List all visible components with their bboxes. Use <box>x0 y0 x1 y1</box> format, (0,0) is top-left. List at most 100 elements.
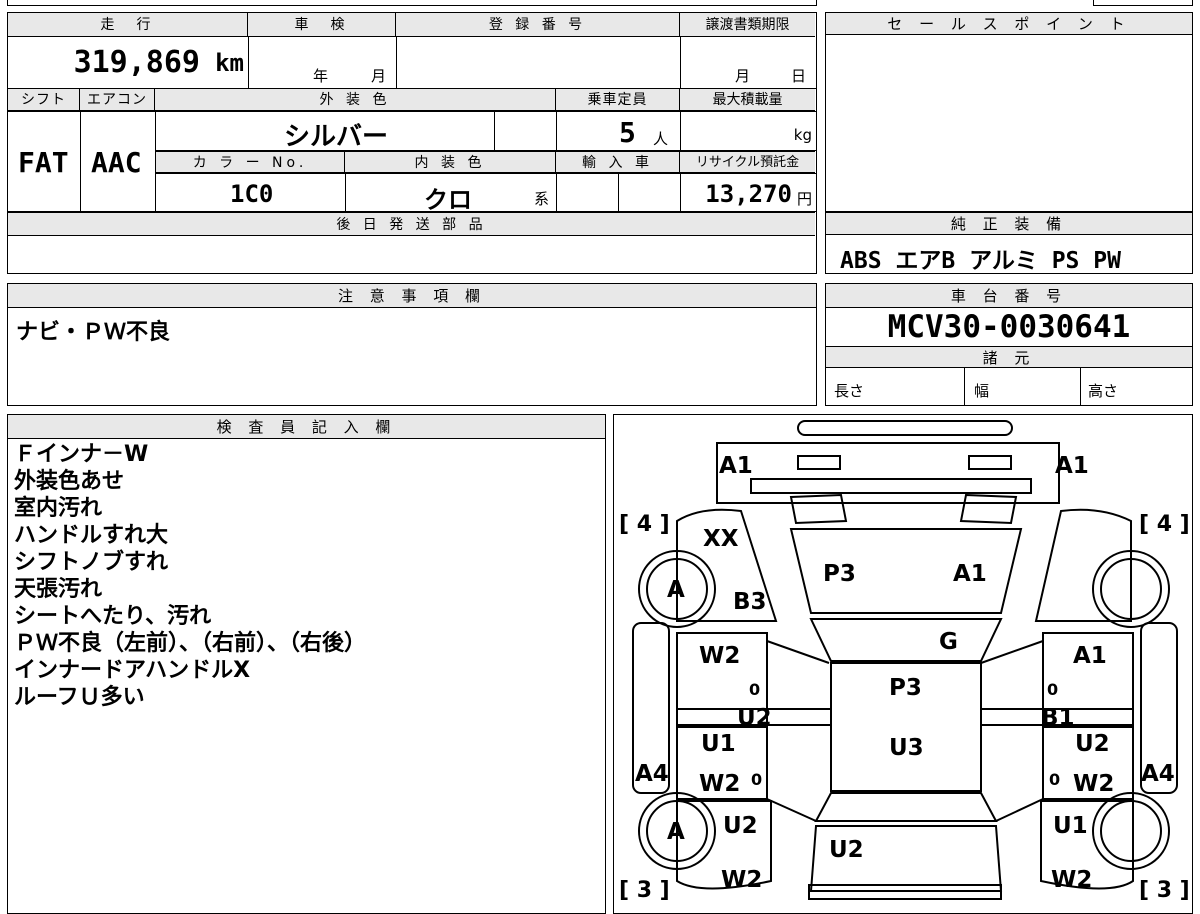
spec-length: 長さ <box>834 382 865 400</box>
shaken-header: 車 検 <box>248 13 396 37</box>
interior-header: 内 装 色 <box>345 151 556 173</box>
mark-door-rr-2: W2 <box>1073 771 1114 797</box>
top-strip-right <box>1093 0 1193 6</box>
car-diagram-box: [ 4 ] [ 4 ] [ 3 ] [ 3 ] A1 A1 XX A B3 P3… <box>613 414 1193 914</box>
vehicle-info-table: 走 行 車 検 登 録 番 号 譲渡書類期限 319,869 km 年 月 月 … <box>7 12 817 274</box>
mark-front-right: A1 <box>1055 453 1089 479</box>
headlight-right <box>968 455 1012 470</box>
inspector-header: 検 査 員 記 入 欄 <box>8 415 605 439</box>
shaken-cell: 年 月 <box>248 37 397 89</box>
spec-divider-1 <box>964 368 965 406</box>
spec-header: 諸 元 <box>826 346 1192 368</box>
later-parts-header: 後 日 発 送 部 品 <box>8 212 815 236</box>
mark-door-lr-2: W2 <box>699 771 740 797</box>
shaken-month: 月 <box>371 67 387 85</box>
headlight-left <box>797 455 841 470</box>
inspector-line: ハンドルすれ大 <box>14 523 169 548</box>
registration-cell <box>396 37 681 89</box>
inspector-lines: Ｆインナ－W 外装色あせ 室内汚れ ハンドルすれ大 シフトノブすれ 天張汚れ シ… <box>14 441 366 711</box>
recycle-value: 13,270 <box>705 180 792 208</box>
car-diagram: [ 4 ] [ 4 ] [ 3 ] [ 3 ] A1 A1 XX A B3 P3… <box>619 420 1190 903</box>
caution-value: ナビ・ＰＷ不良 <box>16 320 171 345</box>
mark-door-rr-1: U2 <box>1075 731 1110 757</box>
inspector-line: 天張汚れ <box>14 577 103 602</box>
chassis-value: MCV30-0030641 <box>887 309 1131 345</box>
transfer-header: 譲渡書類期限 <box>680 13 815 37</box>
mark-door-lf-top: W2 <box>699 643 740 669</box>
mark-qtr-right: U1 <box>1053 813 1088 839</box>
recycle-header: リサイクル預託金 <box>680 151 815 173</box>
mark-sill-right: A4 <box>1141 761 1175 787</box>
shaken-year: 年 <box>313 67 329 85</box>
chassis-header: 車 台 番 号 <box>826 284 1192 308</box>
door-connector-right <box>980 640 1044 822</box>
maxload-header: 最大積載量 <box>680 89 815 111</box>
odometer-header: 走 行 <box>8 13 248 37</box>
caution-box: 注 意 事 項 欄 ナビ・ＰＷ不良 <box>7 283 817 406</box>
spec-divider-2 <box>1080 368 1081 406</box>
grille <box>750 478 1032 494</box>
mark-door-rf-top: A1 <box>1073 643 1107 669</box>
door-connector-left <box>766 640 831 822</box>
equipment-box: 純 正 装 備 ABS エアB アルミ PS PW <box>825 212 1193 274</box>
mark-pillar-right: B1 <box>1041 705 1075 731</box>
sales-point-box: セ ー ル ス ポ イ ン ト <box>825 12 1193 212</box>
sales-point-header: セ ー ル ス ポ イ ン ト <box>826 13 1192 35</box>
capacity-value: 5 <box>619 116 636 149</box>
tire-left-rear: [ 3 ] <box>619 878 670 903</box>
tire-left-front: [ 4 ] <box>619 512 670 537</box>
tire-right-front: [ 4 ] <box>1139 512 1190 537</box>
tire-right-rear: [ 3 ] <box>1139 878 1190 903</box>
recycle-unit: 円 <box>796 190 812 208</box>
inspector-line: Ｆインナ－W <box>14 442 149 467</box>
mark-rear-left: W2 <box>721 867 762 893</box>
capacity-cell: 5 人 <box>556 111 681 151</box>
mark-door-lr-zero: 0 <box>751 770 762 789</box>
interior-cell: クロ 系 <box>345 173 557 214</box>
inspector-box: 検 査 員 記 入 欄 Ｆインナ－W 外装色あせ 室内汚れ ハンドルすれ大 シフ… <box>7 414 606 914</box>
registration-header: 登 録 番 号 <box>396 13 680 37</box>
mark-rear-right: W2 <box>1051 867 1092 893</box>
grille-left <box>789 493 848 525</box>
import-cell-1 <box>556 173 619 212</box>
mark-door-lr-1: U1 <box>701 731 736 757</box>
color-no-header: カ ラ ー No. <box>156 151 345 173</box>
recycle-cell: 13,270 円 <box>680 173 816 212</box>
mark-pillar-left: U2 <box>737 705 772 731</box>
capacity-unit: 人 <box>653 130 669 148</box>
inspector-line: 外装色あせ <box>14 469 125 494</box>
odometer-cell: 319,869 km <box>8 37 249 89</box>
exterior-value: シルバー <box>284 122 389 152</box>
ac-header: エアコン <box>80 89 155 111</box>
mark-fender-left-top: XX <box>703 526 739 552</box>
inspector-line: インナードアハンドルX <box>14 658 251 683</box>
shift-header: シフト <box>8 89 80 111</box>
mark-hood-left: P3 <box>823 561 856 587</box>
transfer-month: 月 <box>735 67 751 85</box>
transfer-cell: 月 日 <box>680 37 816 89</box>
mark-door-lf-zero: 0 <box>749 680 760 699</box>
exterior-extra-cell <box>494 111 557 151</box>
shift-cell: FAT <box>8 111 81 212</box>
mark-wheel-left-front: A <box>667 577 685 603</box>
maxload-cell: kg <box>680 111 816 151</box>
mark-sill-left: A4 <box>635 761 669 787</box>
spec-width: 幅 <box>974 382 990 400</box>
inspector-line: 室内汚れ <box>14 496 103 521</box>
interior-value: クロ <box>424 186 472 214</box>
inspector-line: ＰＷ不良（左前）、（右前）、（右後） <box>14 631 367 656</box>
chassis-box: 車 台 番 号 MCV30-0030641 諸 元 長さ 幅 高さ <box>825 283 1193 406</box>
transfer-day: 日 <box>791 67 807 85</box>
mark-wheel-left-rear: A <box>667 819 685 845</box>
spec-height: 高さ <box>1088 382 1119 400</box>
inspector-line: シフトノブすれ <box>14 550 169 575</box>
top-strip <box>7 0 817 6</box>
ac-value: AAC <box>91 146 142 179</box>
capacity-header: 乗車定員 <box>556 89 680 111</box>
odometer-value: 319,869 <box>73 45 200 80</box>
equipment-value: ABS エアB アルミ PS PW <box>840 248 1121 274</box>
front-bumper <box>797 420 1013 436</box>
import-header: 輸 入 車 <box>556 151 680 173</box>
mark-door-rf-zero: 0 <box>1047 680 1058 699</box>
mark-door-rr-zero: 0 <box>1049 770 1060 789</box>
